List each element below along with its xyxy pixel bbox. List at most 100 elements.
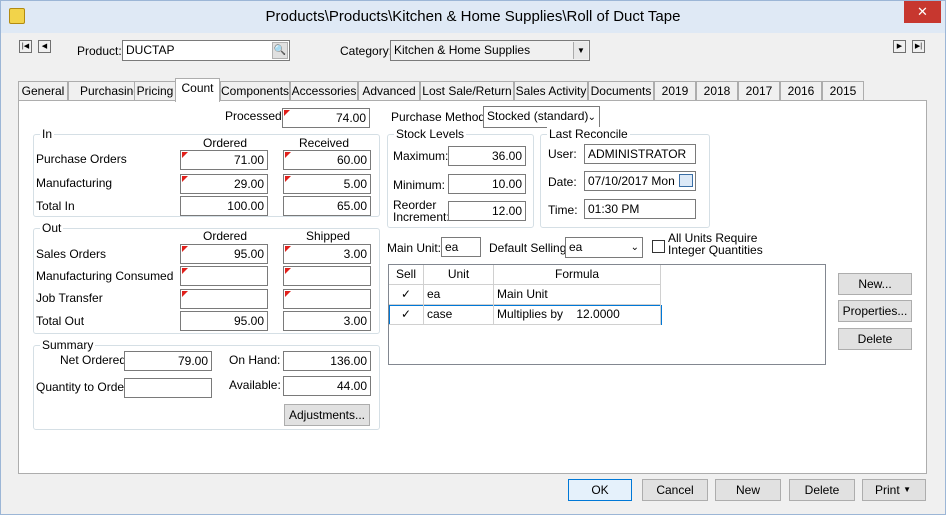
integer-quantities-label: All Units Require Integer Quantities — [668, 232, 763, 256]
next-record-icon[interactable]: ▶ — [893, 40, 906, 53]
net-ordered-field: 79.00 — [124, 351, 212, 371]
manufacturing-consumed-ordered[interactable] — [180, 266, 268, 286]
tab-2016[interactable]: 2016 — [780, 81, 822, 101]
unit-properties-button[interactable]: Properties... — [838, 300, 912, 322]
calendar-icon[interactable] — [679, 174, 693, 187]
total-in-label: Total In — [36, 199, 75, 213]
processed-field[interactable]: 74.00 — [282, 108, 370, 128]
grid-cell-unit: case — [424, 305, 494, 325]
default-selling-label: Default Selling: — [489, 241, 570, 255]
tab-documents[interactable]: Documents — [588, 81, 654, 101]
tab-2015[interactable]: 2015 — [822, 81, 864, 101]
app-icon — [9, 8, 25, 24]
purchase-orders-received[interactable]: 60.00 — [283, 150, 371, 170]
maximum-label: Maximum: — [393, 149, 449, 163]
search-icon[interactable]: 🔍 — [272, 42, 288, 59]
manufacturing-label: Manufacturing — [36, 176, 113, 190]
chevron-down-icon[interactable]: ▼ — [573, 42, 588, 59]
reorder-increment-label: Reorder Increment: — [393, 199, 450, 223]
in-group-title: In — [40, 127, 55, 141]
delete-unit-button[interactable]: Delete — [838, 328, 912, 350]
sales-orders-ordered[interactable]: 95.00 — [180, 244, 268, 264]
tab-2019[interactable]: 2019 — [654, 81, 696, 101]
tab-2018[interactable]: 2018 — [696, 81, 738, 101]
grid-header-sell[interactable]: Sell — [389, 265, 424, 285]
category-value: Kitchen & Home Supplies — [394, 43, 531, 57]
out-group-title: Out — [40, 221, 64, 235]
tab-general[interactable]: General — [18, 81, 68, 101]
last-reconcile-title: Last Reconcile — [547, 127, 630, 141]
cancel-button[interactable]: Cancel — [642, 479, 708, 501]
chevron-down-icon[interactable]: ⌄ — [631, 238, 639, 257]
checkmark-icon: ✓ — [389, 305, 424, 325]
adjustments-button[interactable]: Adjustments... — [284, 404, 370, 426]
sales-orders-label: Sales Orders — [36, 247, 107, 261]
quantity-to-order-label: Quantity to Order: — [36, 380, 132, 394]
date-label: Date: — [548, 175, 577, 189]
date-field[interactable]: 07/10/2017 Mon — [584, 171, 696, 191]
stock-levels-title: Stock Levels — [394, 127, 467, 141]
product-input[interactable]: DUCTAP 🔍 — [122, 40, 290, 61]
reorder-increment-field[interactable]: 12.00 — [448, 201, 526, 221]
ok-button[interactable]: OK — [568, 479, 632, 501]
main-unit-field[interactable]: ea — [441, 237, 481, 257]
integer-quantities-line2: Integer Quantities — [668, 243, 763, 257]
grid-cell-formula: Main Unit — [494, 285, 661, 305]
new-button[interactable]: New — [715, 479, 781, 501]
delete-button[interactable]: Delete — [789, 479, 855, 501]
job-transfer-ordered[interactable] — [180, 289, 268, 309]
available-label: Available: — [229, 378, 281, 392]
reorder-label-line2: Increment: — [393, 210, 450, 224]
units-grid: Sell Unit Formula ✓ ea Main Unit ✓ case … — [388, 264, 826, 365]
tab-2017[interactable]: 2017 — [738, 81, 780, 101]
prev-record-icon[interactable]: ◀ — [38, 40, 51, 53]
sales-orders-shipped[interactable]: 3.00 — [283, 244, 371, 264]
chevron-down-icon[interactable]: ⌄ — [588, 108, 596, 127]
job-transfer-shipped[interactable] — [283, 289, 371, 309]
tab-lost-sale-return[interactable]: Lost Sale/Return — [420, 81, 514, 101]
on-hand-label: On Hand: — [229, 353, 281, 367]
manufacturing-received[interactable]: 5.00 — [283, 174, 371, 194]
tab-sales-activity[interactable]: Sales Activity — [514, 81, 588, 101]
table-row[interactable]: ✓ case Multiplies by 12.0000 — [389, 305, 662, 325]
on-hand-field: 136.00 — [283, 351, 371, 371]
in-col-ordered: Ordered — [203, 136, 248, 150]
chevron-down-icon[interactable]: ▼ — [903, 480, 911, 500]
manufacturing-consumed-shipped[interactable] — [283, 266, 371, 286]
maximum-field[interactable]: 36.00 — [448, 146, 526, 166]
first-record-icon[interactable]: |◀ — [19, 40, 32, 53]
tab-components[interactable]: Components — [220, 81, 290, 101]
purchase-orders-label: Purchase Orders — [36, 152, 127, 166]
grid-header-unit[interactable]: Unit — [424, 265, 494, 285]
category-select[interactable]: Kitchen & Home Supplies ▼ — [390, 40, 590, 61]
grid-cell-formula: Multiplies by 12.0000 — [494, 305, 661, 325]
quantity-to-order-field[interactable] — [124, 378, 212, 398]
default-selling-select[interactable]: ea ⌄ — [565, 237, 643, 258]
job-transfer-label: Job Transfer — [36, 291, 103, 305]
total-in-ordered: 100.00 — [180, 196, 268, 216]
title-bar: Products\Products\Kitchen & Home Supplie… — [1, 1, 945, 33]
available-field: 44.00 — [283, 376, 371, 396]
tab-advanced[interactable]: Advanced — [358, 81, 420, 101]
print-button[interactable]: Print ▼ — [862, 479, 926, 501]
user-label: User: — [548, 147, 577, 161]
minimum-label: Minimum: — [393, 178, 446, 192]
tab-pricing[interactable]: Pricing — [134, 81, 176, 101]
integer-quantities-checkbox[interactable] — [652, 240, 665, 253]
tab-count[interactable]: Count — [175, 78, 220, 102]
purchase-orders-ordered[interactable]: 71.00 — [180, 150, 268, 170]
purchase-method-select[interactable]: Stocked (standard) ⌄ — [483, 106, 600, 128]
last-record-icon[interactable]: ▶| — [912, 40, 925, 53]
new-unit-button[interactable]: New... — [838, 273, 912, 295]
product-label: Product: — [77, 44, 122, 58]
grid-header-formula[interactable]: Formula — [494, 265, 661, 285]
minimum-field[interactable]: 10.00 — [448, 174, 526, 194]
user-field[interactable]: ADMINISTRATOR — [584, 144, 696, 164]
tab-accessories[interactable]: Accessories — [290, 81, 358, 101]
manufacturing-ordered[interactable]: 29.00 — [180, 174, 268, 194]
out-col-ordered: Ordered — [203, 229, 248, 243]
print-label: Print — [875, 483, 900, 497]
time-field[interactable]: 01:30 PM — [584, 199, 696, 219]
purchase-method-value: Stocked (standard) — [487, 109, 589, 123]
close-button[interactable]: ✕ — [904, 1, 941, 23]
